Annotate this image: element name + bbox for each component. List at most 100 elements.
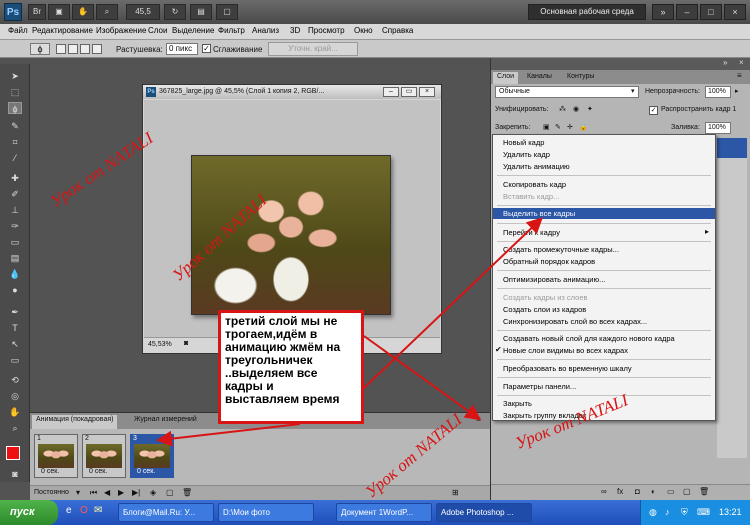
unify-position-icon[interactable]: ⁂ (559, 105, 566, 113)
start-button[interactable]: пуск (0, 500, 58, 525)
new-group-icon[interactable]: ▭ (667, 487, 675, 496)
delete-frame-icon[interactable]: 🗑 (182, 488, 192, 497)
brush-tool-icon[interactable]: ✐ (8, 188, 22, 200)
unify-visibility-icon[interactable]: ◉ (573, 105, 579, 113)
layer-style-icon[interactable]: fx (617, 487, 623, 496)
new-selection-icon[interactable] (56, 44, 66, 54)
eyedropper-tool-icon[interactable]: ⁄ (8, 152, 22, 164)
clone-stamp-tool-icon[interactable]: ⊥ (8, 204, 22, 216)
refine-edge-button[interactable]: Уточн. край... (268, 42, 358, 56)
new-layer-icon[interactable]: ▢ (683, 487, 691, 496)
crop-tool-icon[interactable]: ⌗ (8, 136, 22, 148)
menu-item-layers-from-frames[interactable]: Создать слои из кадров (493, 304, 715, 315)
status-info-icon[interactable]: ◙ (184, 340, 188, 347)
blend-mode-select[interactable]: Обычные (495, 86, 639, 98)
layer-mask-icon[interactable]: ◘ (635, 487, 640, 496)
fill-input[interactable]: 100% (705, 122, 731, 134)
animation-frame-selected[interactable]: 3 0 сек. (130, 434, 174, 478)
pen-tool-icon[interactable]: ✒ (8, 306, 22, 318)
rotate-view-button[interactable]: ↻ (164, 4, 186, 20)
duplicate-frame-icon[interactable]: ▢ (166, 488, 174, 497)
document-canvas[interactable] (144, 100, 440, 337)
menu-item-delete-frame[interactable]: Удалить кадр (493, 149, 715, 160)
doc-close-button[interactable]: × (419, 87, 435, 97)
task-word-document[interactable]: Документ 1WordP... (336, 503, 432, 522)
maximize-button[interactable]: □ (700, 4, 722, 20)
menu-item-reverse-frames[interactable]: Обратный порядок кадров (493, 256, 715, 267)
delete-layer-icon[interactable]: 🗑 (699, 487, 709, 496)
chevron-down-icon[interactable]: ▾ (631, 87, 635, 95)
antialias-checkbox[interactable]: ✓ (202, 44, 211, 53)
lock-pixels-icon[interactable]: ✎ (555, 123, 561, 131)
workspace-button[interactable]: Основная рабочая среда (528, 4, 646, 20)
menu-filter[interactable]: Фильтр (218, 26, 245, 35)
foreground-color-swatch[interactable] (6, 446, 20, 460)
opacity-input[interactable]: 100% (705, 86, 731, 98)
type-tool-icon[interactable]: T (8, 322, 22, 334)
menu-help[interactable]: Справка (382, 26, 413, 35)
selected-layer-strip[interactable] (717, 138, 747, 158)
panel-close-icon[interactable]: × (739, 58, 744, 67)
menu-image[interactable]: Изображение (96, 26, 146, 35)
minimize-button[interactable]: – (676, 4, 698, 20)
menu-item-new-layers-visible[interactable]: Новые слои видимы во всех кадрах (493, 345, 715, 356)
menu-select[interactable]: Выделение (172, 26, 214, 35)
lasso-tool-icon[interactable]: ϕ (8, 102, 22, 114)
menu-item-new-layer-each-frame[interactable]: Создавать новый слой для каждого нового … (493, 333, 715, 344)
task-photoshop[interactable]: Adobe Photoshop ... (436, 503, 532, 522)
status-zoom[interactable]: 45,53% (148, 341, 172, 348)
3d-rotate-tool-icon[interactable]: ⟲ (8, 374, 22, 386)
gradient-tool-icon[interactable]: ▤ (8, 252, 22, 264)
menu-item-go-to-frame[interactable]: Перейти к кадру (493, 227, 715, 238)
next-frame-icon[interactable]: ▶| (132, 488, 140, 497)
menu-view[interactable]: Просмотр (308, 26, 345, 35)
lock-transparency-icon[interactable]: ▣ (543, 123, 550, 131)
subtract-selection-icon[interactable] (80, 44, 90, 54)
tab-layers[interactable]: Слои (493, 72, 519, 84)
hand-tool-button[interactable]: ✋ (72, 4, 94, 20)
zoom-level[interactable]: 45,5 (126, 4, 160, 20)
zoom-tool-button[interactable]: ⌕ (96, 4, 118, 20)
menu-item-copy-frame[interactable]: Скопировать кадр (493, 179, 715, 190)
shape-tool-icon[interactable]: ▭ (8, 354, 22, 366)
frame-delay[interactable]: 0 сек. (137, 468, 155, 475)
zoom-tool-icon[interactable]: ⌕ (8, 422, 22, 434)
marquee-tool-icon[interactable]: ⬚ (8, 86, 22, 98)
panel-menu-icon[interactable]: ≡ (737, 71, 742, 80)
menu-item-tween[interactable]: Создать промежуточные кадры... (493, 244, 715, 255)
history-brush-tool-icon[interactable]: ✑ (8, 220, 22, 232)
minibridge-button[interactable]: ▣ (48, 4, 70, 20)
blur-tool-icon[interactable]: 💧 (8, 268, 22, 280)
close-button[interactable]: × (724, 4, 746, 20)
menu-item-convert-timeline[interactable]: Преобразовать во временную шкалу (493, 363, 715, 374)
path-select-tool-icon[interactable]: ↖ (8, 338, 22, 350)
menu-item-match-layer[interactable]: Синхронизировать слой во всех кадрах... (493, 316, 715, 327)
extend-icon[interactable]: » (652, 4, 674, 20)
link-layers-icon[interactable]: ∞ (601, 487, 607, 496)
opacity-arrow-icon[interactable]: ▸ (735, 87, 739, 95)
lasso-preset-icon[interactable]: ϕ (30, 43, 50, 55)
propagate-checkbox[interactable]: ✓ (649, 106, 658, 115)
feather-input[interactable]: 0 пикс (166, 43, 198, 55)
tab-animation[interactable]: Анимация (покадровая) (32, 415, 118, 429)
play-icon[interactable]: ▶ (118, 488, 124, 497)
lock-all-icon[interactable]: 🔒 (579, 123, 588, 131)
dodge-tool-icon[interactable]: ● (8, 284, 22, 296)
menu-analysis[interactable]: Анализ (252, 26, 279, 35)
animation-panel-menu-icon[interactable]: ≡ (476, 415, 481, 424)
quicklaunch-opera-icon[interactable]: O (80, 505, 88, 516)
tray-network-icon[interactable]: ◍ (649, 507, 657, 518)
frame-delay[interactable]: 0 сек. (89, 468, 107, 475)
unify-style-icon[interactable]: ✦ (587, 105, 593, 113)
quicklaunch-ie-icon[interactable]: e (66, 505, 72, 516)
menu-item-optimize[interactable]: Оптимизировать анимацию... (493, 274, 715, 285)
bridge-button[interactable]: Br (28, 4, 46, 20)
hand-tool-icon[interactable]: ✋ (8, 406, 22, 418)
menu-item-paste-frame[interactable]: Вставить кадр... (493, 191, 715, 202)
eraser-tool-icon[interactable]: ▭ (8, 236, 22, 248)
healing-brush-tool-icon[interactable]: ✚ (8, 172, 22, 184)
menu-item-panel-options[interactable]: Параметры панели... (493, 381, 715, 392)
previous-frame-icon[interactable]: ◀ (104, 488, 110, 497)
frame-delay[interactable]: 0 сек. (41, 468, 59, 475)
tray-keyboard-icon[interactable]: ⌨ (697, 507, 710, 518)
